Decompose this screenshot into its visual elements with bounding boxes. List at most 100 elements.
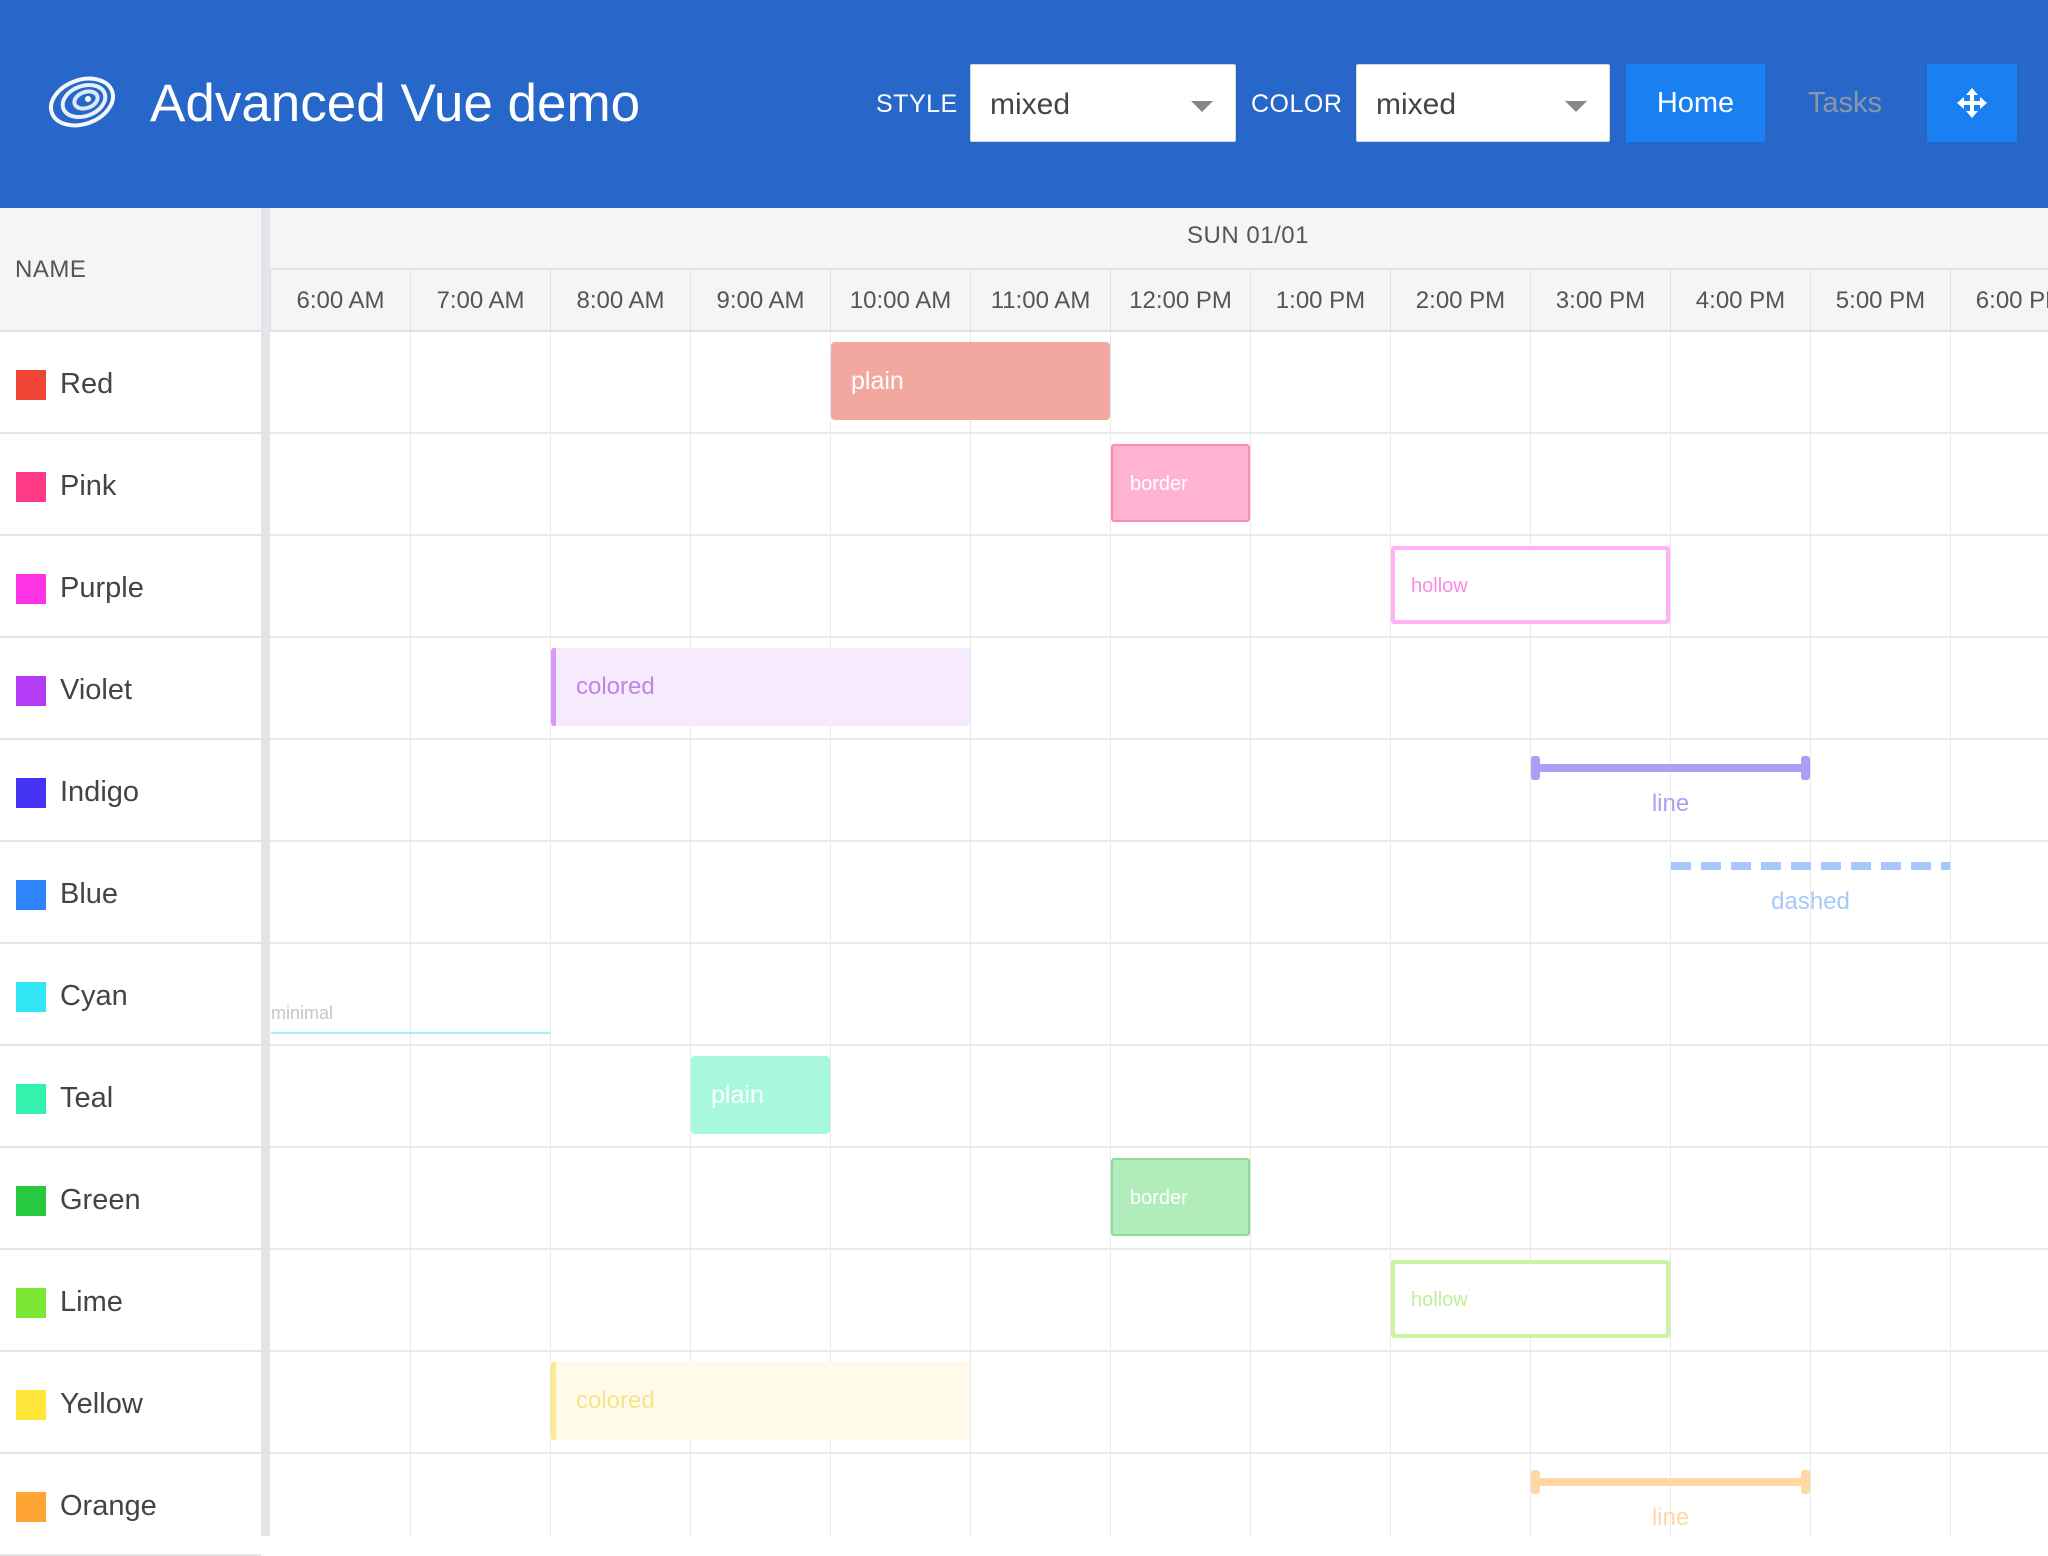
hour-label: 6:00 PM [1950, 270, 2048, 332]
grid-vline [1670, 332, 1671, 1536]
grid-hline [270, 636, 2048, 638]
row-name: Orange [60, 1490, 157, 1522]
row-name: Blue [60, 878, 119, 910]
day-label: SUN 01/01 [1187, 222, 1309, 249]
line-stroke [1531, 764, 1810, 772]
timeline[interactable]: SUN 01/01 6:00 AM 7:00 AM 8:00 AM 9:00 AM 10… [270, 208, 2048, 1536]
hour-label: 12:00 PM [1110, 270, 1250, 332]
task-label: hollow [1411, 1289, 1468, 1311]
grid-vline [1530, 332, 1531, 1536]
grid-hline [270, 840, 2048, 842]
hour-label: 8:00 AM [550, 270, 690, 332]
row-name: Indigo [60, 776, 140, 808]
style-select[interactable]: mixed [970, 64, 1236, 142]
grid-hline [270, 738, 2048, 740]
grid-vline [1950, 332, 1951, 1536]
row-name: Lime [60, 1286, 123, 1318]
line-end-cap[interactable] [1801, 1470, 1810, 1494]
color-swatch [16, 574, 46, 604]
row-label-teal[interactable]: Teal [0, 1046, 261, 1148]
hour-label: 9:00 AM [690, 270, 830, 332]
chevron-down-icon [1191, 101, 1213, 112]
row-name: Violet [60, 674, 133, 706]
line-stroke [1531, 1478, 1810, 1486]
row-label-violet[interactable]: Violet [0, 638, 261, 740]
grid-vline [550, 332, 551, 1536]
column-resize-handle[interactable] [261, 208, 270, 1536]
task-label: line [1651, 1504, 1690, 1531]
grid-vline [1250, 332, 1251, 1536]
task-bar-colored[interactable]: colored [551, 648, 970, 726]
hour-label: 6:00 AM [270, 270, 410, 332]
task-label: colored [576, 673, 655, 700]
task-bar-minimal[interactable]: minimal [271, 1000, 550, 1040]
task-label: colored [576, 1387, 655, 1414]
tasks-button[interactable]: Tasks [1780, 64, 1910, 142]
grid-vline [1390, 332, 1391, 1536]
task-bar-line[interactable]: line [1531, 1466, 1810, 1531]
color-swatch [16, 676, 46, 706]
row-label-pink[interactable]: Pink [0, 434, 261, 536]
timeline-header: SUN 01/01 6:00 AM 7:00 AM 8:00 AM 9:00 AM 10… [270, 208, 2048, 332]
move-arrows-icon [1957, 88, 1987, 118]
color-swatch [16, 982, 46, 1012]
row-label-cyan[interactable]: Cyan [0, 944, 261, 1046]
task-bar-colored[interactable]: colored [551, 1362, 970, 1440]
hour-label: 11:00 AM [970, 270, 1110, 332]
row-label-red[interactable]: Red [0, 332, 261, 434]
row-label-purple[interactable]: Purple [0, 536, 261, 638]
grid-hline [270, 534, 2048, 536]
hour-label: 4:00 PM [1670, 270, 1810, 332]
task-bar-border[interactable]: border [1111, 1158, 1250, 1236]
color-label: COLOR [1251, 90, 1343, 118]
row-label-green[interactable]: Green [0, 1148, 261, 1250]
grid-hline [270, 432, 2048, 434]
task-bar-border[interactable]: border [1111, 444, 1250, 522]
grid-hline [270, 1146, 2048, 1148]
row-label-orange[interactable]: Orange [0, 1454, 261, 1556]
row-label-yellow[interactable]: Yellow [0, 1352, 261, 1454]
line-start-cap[interactable] [1531, 756, 1540, 780]
style-select-value: mixed [990, 88, 1071, 121]
grid-hline [270, 942, 2048, 944]
task-bar-hollow[interactable]: hollow [1391, 1260, 1670, 1338]
hour-label: 3:00 PM [1530, 270, 1670, 332]
grid-vline [970, 332, 971, 1536]
row-name: Yellow [60, 1388, 143, 1420]
task-bar-plain[interactable]: plain [691, 1056, 830, 1134]
line-end-cap[interactable] [1801, 756, 1810, 780]
grid-hline [270, 1044, 2048, 1046]
row-label-lime[interactable]: Lime [0, 1250, 261, 1352]
color-swatch [16, 472, 46, 502]
task-bar-dashed[interactable]: dashed [1671, 862, 1950, 922]
row-label-indigo[interactable]: Indigo [0, 740, 261, 842]
color-select[interactable]: mixed [1356, 64, 1610, 142]
task-label: border [1130, 473, 1188, 495]
color-swatch [16, 778, 46, 808]
grid-hline [270, 1452, 2048, 1454]
row-label-blue[interactable]: Blue [0, 842, 261, 944]
task-label: plain [711, 1081, 764, 1109]
task-bar-plain[interactable]: plain [831, 342, 1110, 420]
line-start-cap[interactable] [1531, 1470, 1540, 1494]
task-label: hollow [1411, 575, 1468, 597]
task-bar-line[interactable]: line [1531, 752, 1810, 817]
hour-label: 7:00 AM [410, 270, 550, 332]
hour-label: 5:00 PM [1810, 270, 1950, 332]
home-button[interactable]: Home [1626, 64, 1765, 142]
grid-hline [270, 1350, 2048, 1352]
task-label: line [1651, 790, 1690, 817]
task-bar-hollow[interactable]: hollow [1391, 546, 1670, 624]
hour-label: 10:00 AM [830, 270, 970, 332]
grid-vline [690, 332, 691, 1536]
row-name: Red [60, 368, 114, 400]
name-column-header: NAME [0, 208, 261, 332]
color-swatch [16, 370, 46, 400]
task-label: plain [851, 367, 904, 395]
name-header-label: NAME [15, 256, 87, 283]
row-name: Cyan [60, 980, 128, 1012]
grid-vline [1810, 332, 1811, 1536]
move-button[interactable] [1927, 64, 2017, 142]
spiral-logo-icon [49, 76, 115, 128]
grid-vline [830, 332, 831, 1536]
